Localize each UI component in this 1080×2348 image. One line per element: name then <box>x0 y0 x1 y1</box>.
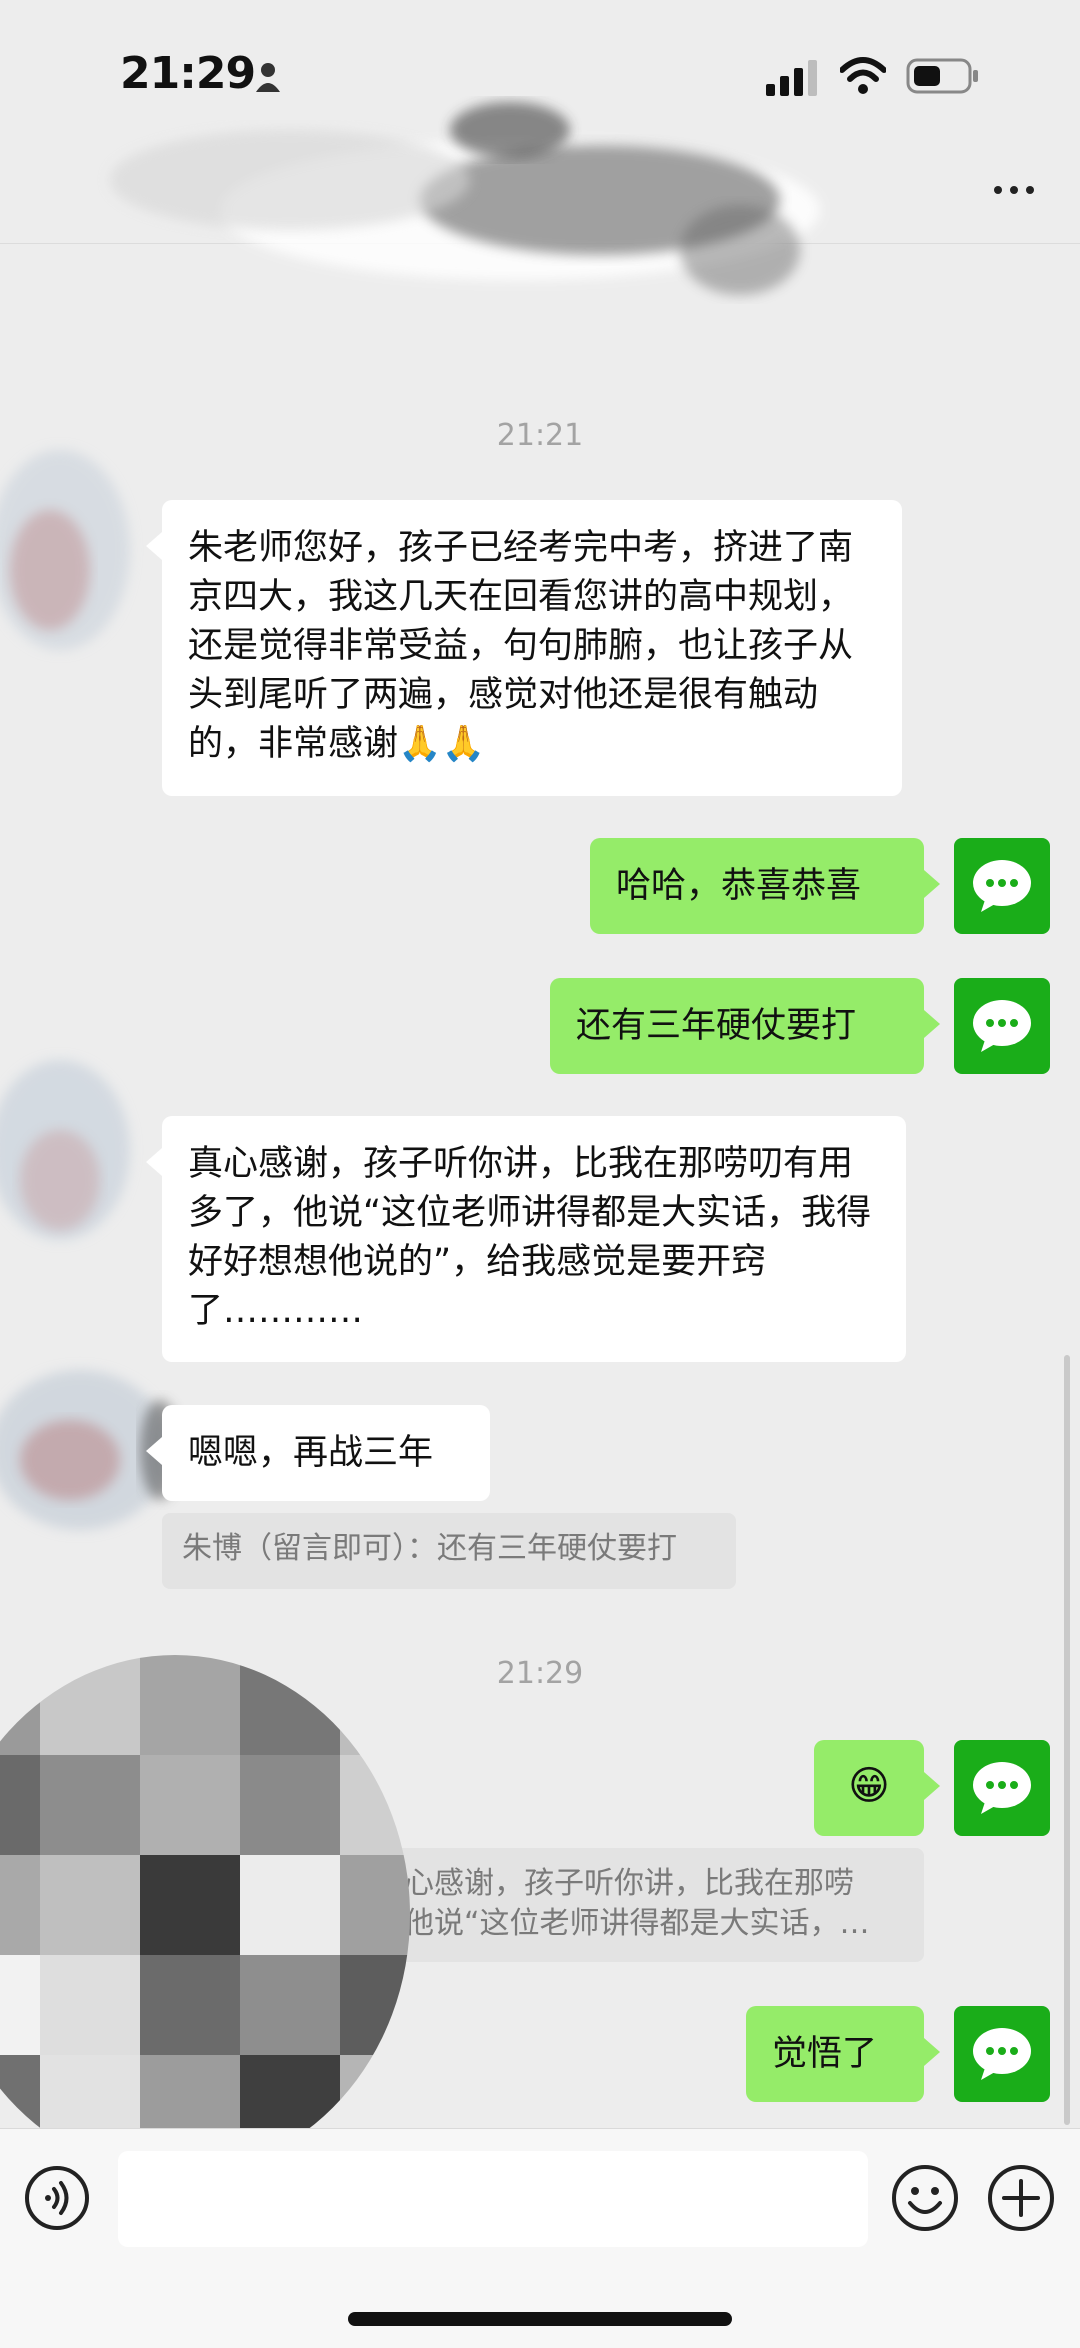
pixelated-overlay <box>0 1655 410 2175</box>
message-input[interactable] <box>118 2151 868 2247</box>
avatar[interactable] <box>954 978 1050 1074</box>
message-bubble-received[interactable]: 嗯嗯，再战三年 <box>146 1405 490 1501</box>
battery-icon <box>906 58 978 94</box>
message-bubble-sent[interactable]: 还有三年硬仗要打 <box>550 978 940 1074</box>
wechat-chat-icon <box>973 1762 1031 1814</box>
avatar-scribble <box>0 1060 130 1240</box>
more-icon[interactable] <box>990 170 1038 210</box>
avatar[interactable] <box>954 838 1050 934</box>
message-bubble-received[interactable]: 真心感谢，孩子听你讲，比我在那唠叨有用多了，他说“这位老师讲得都是大实话，我得好… <box>146 1116 906 1362</box>
wechat-chat-icon <box>973 1000 1031 1052</box>
home-indicator[interactable] <box>348 2312 732 2326</box>
message-bubble-sent[interactable]: 😁 <box>814 1740 940 1836</box>
message-bubble-sent[interactable]: 觉悟了 <box>746 2006 940 2102</box>
avatar[interactable] <box>954 1740 1050 1836</box>
plus-icon[interactable] <box>986 2163 1056 2233</box>
person-icon <box>256 63 280 92</box>
message-bubble-received[interactable]: 朱老师您好，孩子已经考完中考，挤进了南京四大，我这几天在回看您讲的高中规划，还是… <box>146 500 902 796</box>
message-bubble-sent[interactable]: 哈哈，恭喜恭喜 <box>590 838 940 934</box>
wechat-chat-icon <box>973 2028 1031 2080</box>
avatar[interactable] <box>954 2006 1050 2102</box>
quoted-reply[interactable]: 朱博（留言即可）：还有三年硬仗要打 <box>162 1513 736 1589</box>
wechat-chat-icon <box>973 860 1031 912</box>
voice-icon[interactable] <box>24 2165 90 2231</box>
timestamp: 21:21 <box>496 418 584 453</box>
emoji-icon[interactable] <box>890 2163 960 2233</box>
redaction-scribble <box>110 102 820 295</box>
avatar-scribble <box>0 450 130 650</box>
scrollbar[interactable] <box>1064 1355 1070 2125</box>
